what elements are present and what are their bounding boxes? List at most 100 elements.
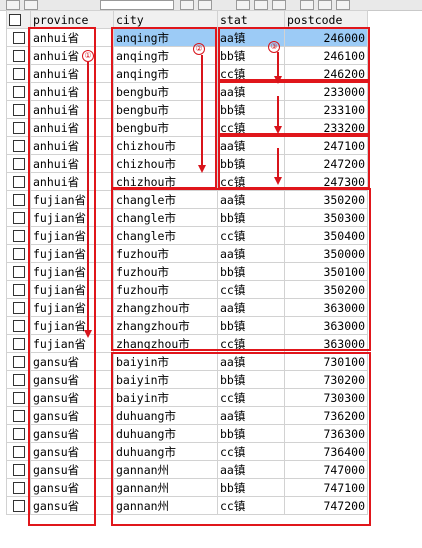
cell-province[interactable]: anhui省 <box>30 46 114 65</box>
cell-province[interactable]: anhui省 <box>30 118 114 137</box>
table-row[interactable]: gansu省 gannan州 aa镇 747000 <box>6 460 368 479</box>
checkbox-icon[interactable] <box>9 14 21 26</box>
cell-province[interactable]: gansu省 <box>30 406 114 425</box>
cell-city[interactable]: bengbu市 <box>113 118 218 137</box>
cell-postcode[interactable]: 246100 <box>284 46 368 65</box>
toolbar-refresh-icon[interactable] <box>24 0 38 10</box>
cell-stat[interactable]: bb镇 <box>217 316 285 335</box>
row-checkbox[interactable] <box>6 370 31 389</box>
table-row[interactable]: fujian省 zhangzhou市 aa镇 363000 <box>6 298 368 317</box>
checkbox-icon[interactable] <box>12 410 25 422</box>
cell-stat[interactable]: bb镇 <box>217 154 285 173</box>
toolbar-sort-icon[interactable] <box>180 0 194 10</box>
row-checkbox[interactable] <box>6 172 31 191</box>
checkbox-icon[interactable] <box>12 374 25 386</box>
table-row[interactable]: fujian省 changle市 aa镇 350200 <box>6 190 368 209</box>
cell-postcode[interactable]: 363000 <box>284 316 368 335</box>
cell-stat[interactable]: bb镇 <box>217 208 285 227</box>
cell-postcode[interactable]: 233200 <box>284 118 368 137</box>
cell-postcode[interactable]: 247100 <box>284 136 368 155</box>
cell-province[interactable]: gansu省 <box>30 424 114 443</box>
cell-stat[interactable]: cc镇 <box>217 226 285 245</box>
cell-city[interactable]: duhuang市 <box>113 424 218 443</box>
row-checkbox[interactable] <box>6 478 31 497</box>
table-row[interactable]: gansu省 baiyin市 bb镇 730200 <box>6 370 368 389</box>
cell-stat[interactable]: bb镇 <box>217 478 285 497</box>
toolbar-hint-icon[interactable] <box>318 0 332 10</box>
row-checkbox[interactable] <box>6 316 31 335</box>
checkbox-icon[interactable] <box>12 302 25 314</box>
column-header-postcode[interactable]: postcode <box>284 10 368 29</box>
cell-stat[interactable]: cc镇 <box>217 64 285 83</box>
cell-postcode[interactable]: 246000 <box>284 28 368 47</box>
cell-province[interactable]: gansu省 <box>30 460 114 479</box>
cell-province[interactable]: fujian省 <box>30 208 114 227</box>
table-row[interactable]: gansu省 baiyin市 cc镇 730300 <box>6 388 368 407</box>
cell-city[interactable]: baiyin市 <box>113 352 218 371</box>
row-checkbox[interactable] <box>6 280 31 299</box>
checkbox-icon[interactable] <box>12 320 25 332</box>
table-row[interactable]: fujian省 zhangzhou市 cc镇 363000 <box>6 334 368 353</box>
cell-city[interactable]: chizhou市 <box>113 172 218 191</box>
cell-postcode[interactable]: 736300 <box>284 424 368 443</box>
row-checkbox[interactable] <box>6 244 31 263</box>
cell-province[interactable]: fujian省 <box>30 334 114 353</box>
table-row[interactable]: fujian省 zhangzhou市 bb镇 363000 <box>6 316 368 335</box>
cell-stat[interactable]: cc镇 <box>217 118 285 137</box>
cell-city[interactable]: changle市 <box>113 226 218 245</box>
cell-stat[interactable]: cc镇 <box>217 388 285 407</box>
cell-stat[interactable]: aa镇 <box>217 244 285 263</box>
checkbox-icon[interactable] <box>12 104 25 116</box>
column-header-province[interactable]: province <box>30 10 114 29</box>
cell-province[interactable]: anhui省 <box>30 172 114 191</box>
cell-city[interactable]: fuzhou市 <box>113 244 218 263</box>
cell-postcode[interactable]: 350300 <box>284 208 368 227</box>
table-row[interactable]: gansu省 duhuang市 cc镇 736400 <box>6 442 368 461</box>
cell-postcode[interactable]: 246200 <box>284 64 368 83</box>
cell-postcode[interactable]: 747200 <box>284 496 368 515</box>
cell-stat[interactable]: bb镇 <box>217 100 285 119</box>
table-row[interactable]: anhui省 anqing市 bb镇 246100 <box>6 46 368 65</box>
table-row[interactable]: anhui省 anqing市 cc镇 246200 <box>6 64 368 83</box>
cell-province[interactable]: gansu省 <box>30 478 114 497</box>
table-row[interactable]: gansu省 duhuang市 bb镇 736300 <box>6 424 368 443</box>
row-checkbox[interactable] <box>6 298 31 317</box>
cell-city[interactable]: baiyin市 <box>113 388 218 407</box>
cell-province[interactable]: fujian省 <box>30 316 114 335</box>
checkbox-icon[interactable] <box>12 212 25 224</box>
cell-province[interactable]: gansu省 <box>30 370 114 389</box>
row-checkbox[interactable] <box>6 226 31 245</box>
table-row[interactable]: anhui省 bengbu市 cc镇 233200 <box>6 118 368 137</box>
table-row[interactable]: gansu省 duhuang市 aa镇 736200 <box>6 406 368 425</box>
checkbox-icon[interactable] <box>12 446 25 458</box>
row-checkbox[interactable] <box>6 352 31 371</box>
checkbox-icon[interactable] <box>12 176 25 188</box>
cell-province[interactable]: anhui省 <box>30 136 114 155</box>
cell-province[interactable]: fujian省 <box>30 298 114 317</box>
row-checkbox[interactable] <box>6 388 31 407</box>
cell-postcode[interactable]: 350000 <box>284 244 368 263</box>
checkbox-icon[interactable] <box>12 248 25 260</box>
toolbar-form-icon[interactable] <box>254 0 268 10</box>
cell-postcode[interactable]: 730300 <box>284 388 368 407</box>
cell-city[interactable]: changle市 <box>113 190 218 209</box>
cell-postcode[interactable]: 247300 <box>284 172 368 191</box>
select-all-checkbox[interactable] <box>6 10 31 29</box>
cell-city[interactable]: fuzhou市 <box>113 280 218 299</box>
row-checkbox[interactable] <box>6 154 31 173</box>
cell-stat[interactable]: bb镇 <box>217 424 285 443</box>
checkbox-icon[interactable] <box>12 230 25 242</box>
cell-postcode[interactable]: 350100 <box>284 262 368 281</box>
cell-stat[interactable]: aa镇 <box>217 136 285 155</box>
row-checkbox[interactable] <box>6 190 31 209</box>
cell-stat[interactable]: aa镇 <box>217 82 285 101</box>
cell-postcode[interactable]: 730100 <box>284 352 368 371</box>
cell-province[interactable]: anhui省 <box>30 28 114 47</box>
table-row[interactable]: gansu省 baiyin市 aa镇 730100 <box>6 352 368 371</box>
row-checkbox[interactable] <box>6 208 31 227</box>
cell-city[interactable]: zhangzhou市 <box>113 298 218 317</box>
row-checkbox[interactable] <box>6 100 31 119</box>
cell-postcode[interactable]: 350400 <box>284 226 368 245</box>
row-checkbox[interactable] <box>6 118 31 137</box>
cell-province[interactable]: gansu省 <box>30 442 114 461</box>
